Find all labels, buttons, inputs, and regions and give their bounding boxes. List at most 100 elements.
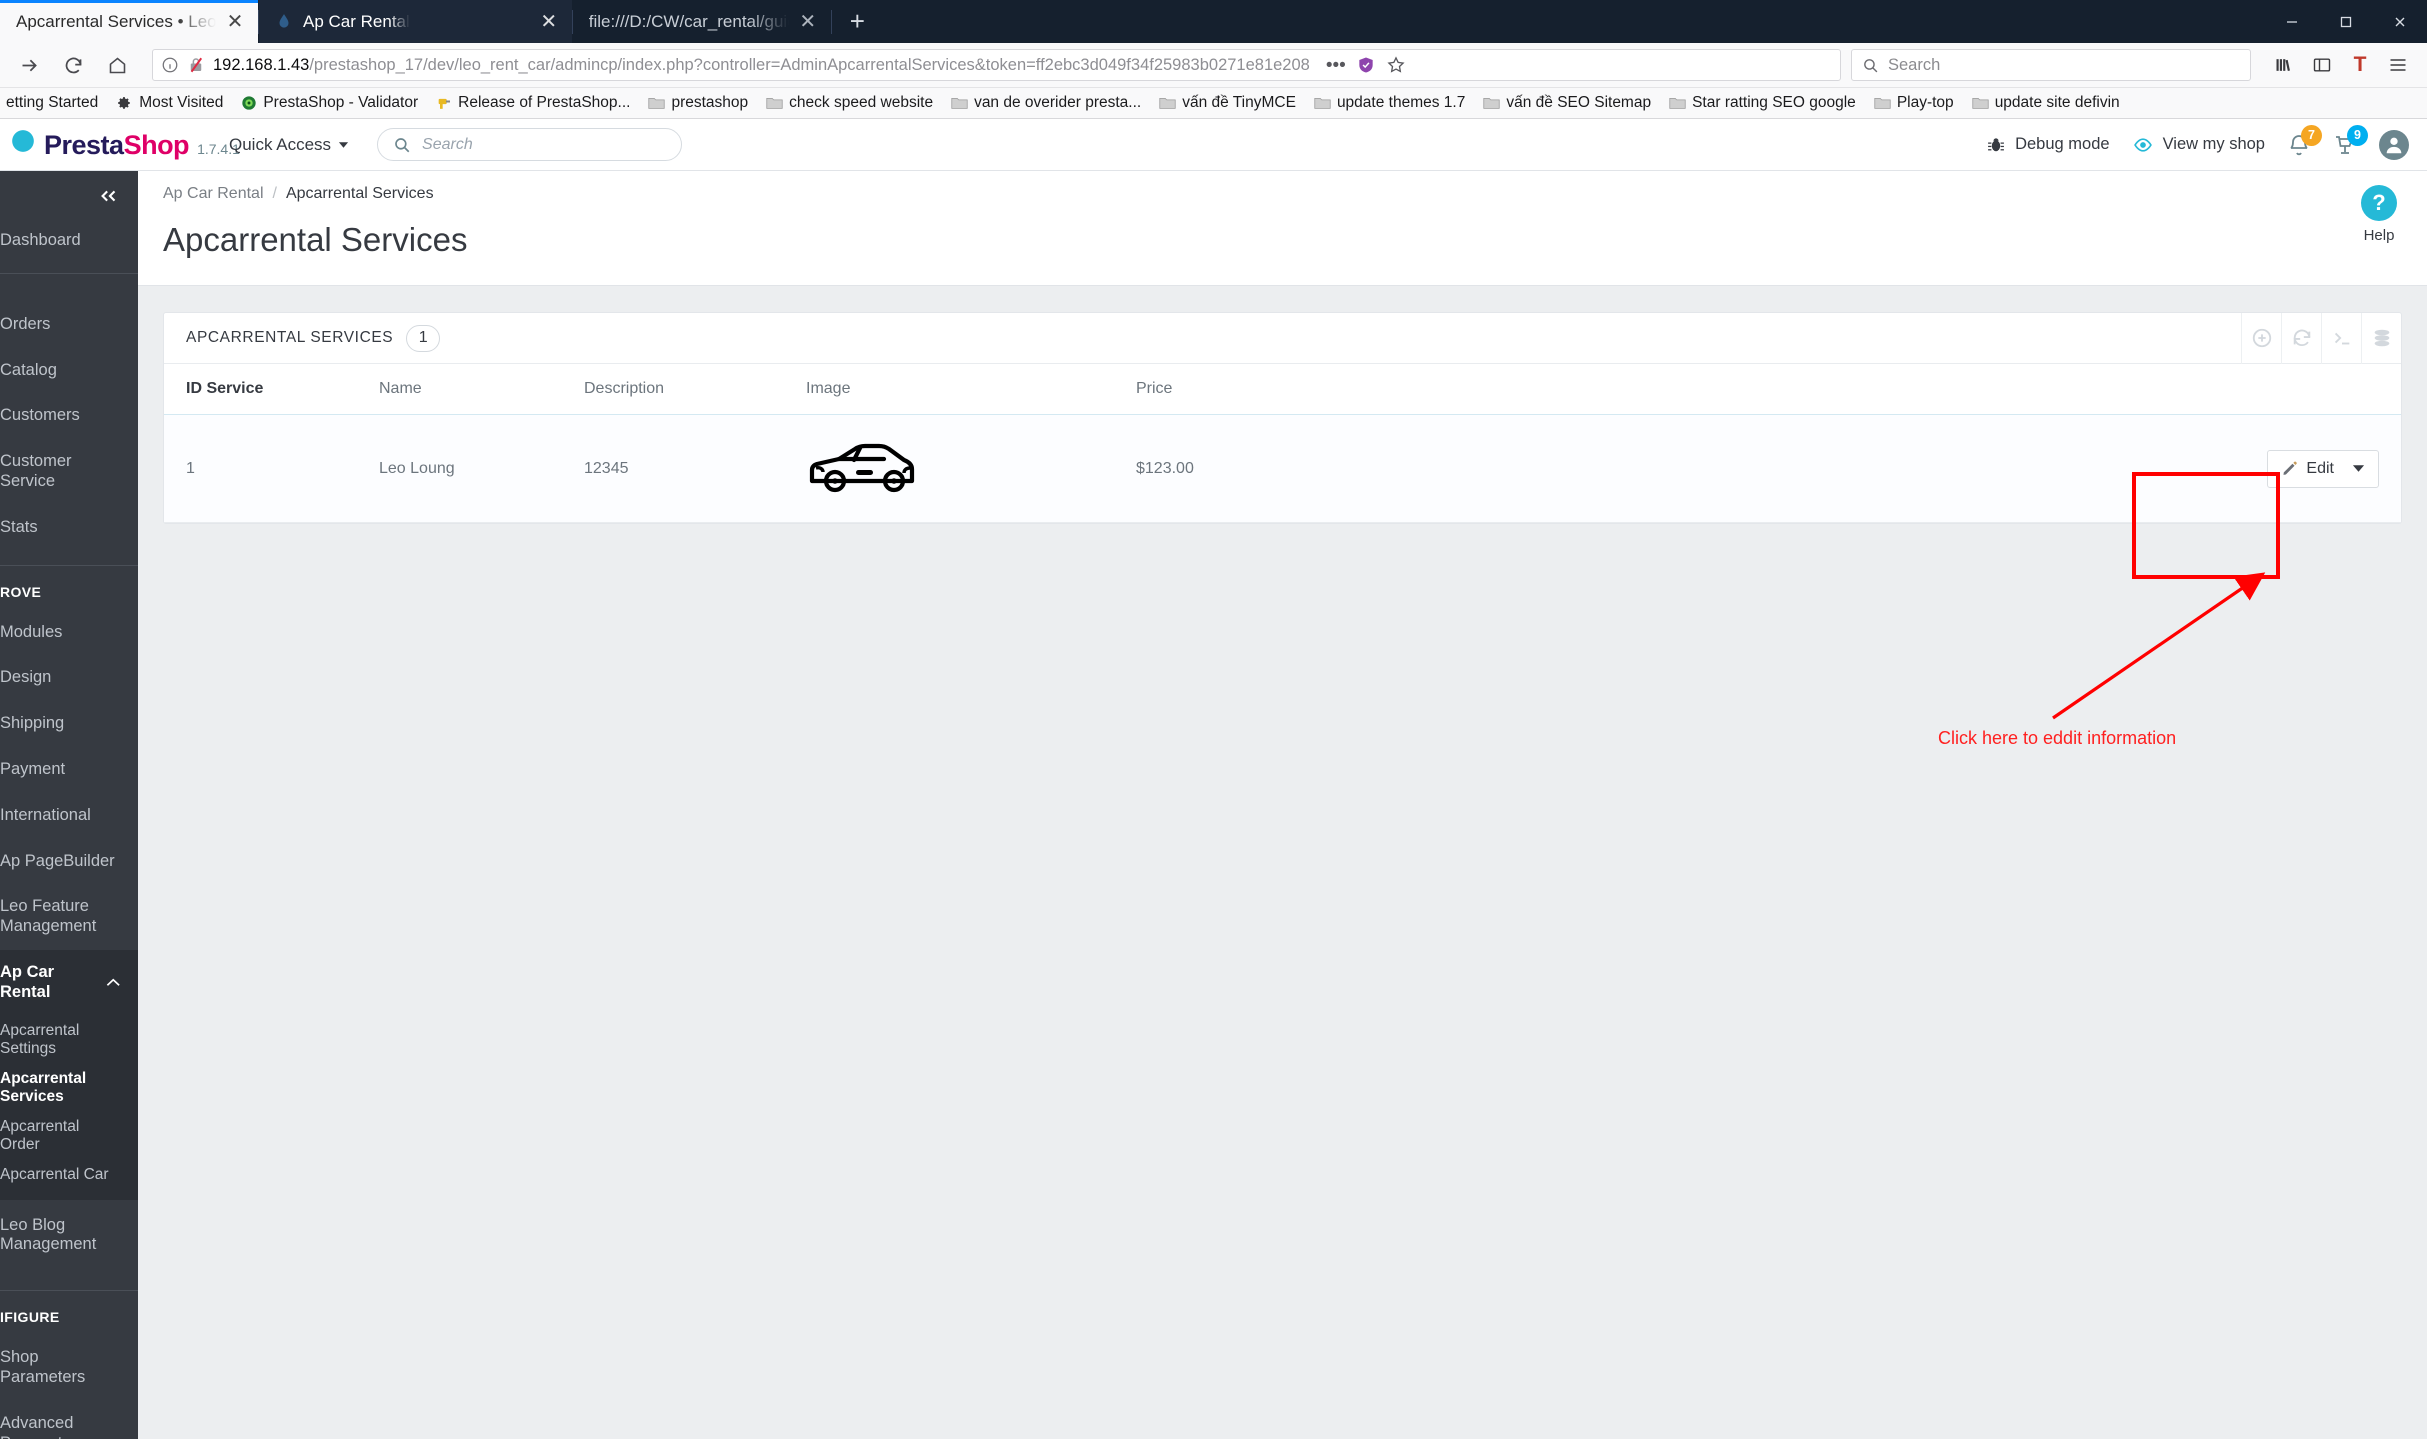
- column-header-id-service[interactable]: ID Service: [164, 364, 379, 415]
- bookmark-item[interactable]: vấn đề TinyMCE: [1151, 91, 1304, 115]
- folder-icon: [766, 97, 783, 109]
- column-header-name[interactable]: Name: [379, 364, 584, 415]
- sidebar-item-apcarrental-settings[interactable]: Apcarrental Settings: [0, 1016, 138, 1064]
- sidebar-item-leo-feature-management[interactable]: Leo Feature Management: [0, 884, 138, 950]
- browser-tab-1[interactable]: Apcarrental Services • Leo Rent ✕: [0, 0, 258, 43]
- bookmark-label: van de overider presta...: [974, 94, 1142, 111]
- console-icon[interactable]: [2321, 312, 2361, 364]
- sidebar-item-label: Advanced Parameters: [0, 1413, 85, 1439]
- url-bar[interactable]: 192.168.1.43/prestashop_17/dev/leo_rent_…: [152, 49, 1841, 81]
- sidebar-icon[interactable]: [2305, 48, 2339, 82]
- url-text: 192.168.1.43/prestashop_17/dev/leo_rent_…: [213, 56, 1310, 75]
- cell-price: $123.00: [1136, 414, 1696, 523]
- maximize-icon[interactable]: [2319, 0, 2373, 43]
- browser-tab-3[interactable]: file:///D:/CW/car_rental/guide/apre ✕: [572, 0, 831, 43]
- bookmark-item[interactable]: Star ratting SEO google: [1661, 91, 1864, 115]
- column-header-image[interactable]: Image: [806, 364, 1136, 415]
- sidebar-item-design[interactable]: Design: [0, 655, 138, 701]
- reload-icon[interactable]: [56, 48, 90, 82]
- edit-button[interactable]: Edit: [2267, 449, 2379, 488]
- refresh-icon[interactable]: [2281, 312, 2321, 364]
- library-icon[interactable]: [2267, 48, 2301, 82]
- admin-search-input[interactable]: Search: [377, 128, 683, 161]
- close-icon[interactable]: ✕: [540, 12, 558, 32]
- sidebar-collapse-button[interactable]: [0, 171, 138, 221]
- sidebar-item-apcarrental-car[interactable]: Apcarrental Car: [0, 1160, 138, 1190]
- sidebar-item-apcarrental-order[interactable]: Apcarrental Order: [0, 1112, 138, 1160]
- quick-access-dropdown[interactable]: Quick Access: [229, 135, 349, 155]
- close-icon[interactable]: ✕: [226, 12, 244, 32]
- tab-title: Apcarrental Services • Leo Rent: [16, 11, 216, 31]
- bookmark-item[interactable]: Most Visited: [108, 91, 231, 115]
- folder-icon: [1159, 97, 1176, 109]
- sidebar-item-leo-blog-management[interactable]: Leo Blog Management: [0, 1200, 138, 1269]
- sidebar-item-catalog[interactable]: Catalog: [0, 348, 138, 394]
- sidebar-item-orders[interactable]: Orders: [0, 302, 138, 348]
- home-icon[interactable]: [100, 48, 134, 82]
- help-button[interactable]: ? Help: [2361, 185, 2397, 244]
- sidebar-item-shop-parameters[interactable]: Shop Parameters: [0, 1335, 138, 1401]
- breadcrumb-parent[interactable]: Ap Car Rental: [163, 185, 264, 203]
- tab-strip: Apcarrental Services • Leo Rent ✕ Ap Car…: [0, 0, 2427, 43]
- container-tab-icon[interactable]: T: [2343, 48, 2377, 82]
- sidebar-item-dashboard[interactable]: Dashboard: [0, 221, 138, 273]
- browser-search-box[interactable]: Search: [1851, 49, 2251, 81]
- new-tab-button[interactable]: +: [832, 8, 883, 34]
- bookmark-item[interactable]: prestashop: [640, 91, 756, 115]
- arrow-forward-icon[interactable]: [12, 48, 46, 82]
- sidebar-item-international[interactable]: International: [0, 793, 138, 839]
- sidebar-submenu: Apcarrental Settings Apcarrental Service…: [0, 1015, 138, 1200]
- help-label: Help: [2363, 227, 2395, 244]
- sidebar-item-stats[interactable]: Stats: [0, 505, 138, 551]
- bookmark-item[interactable]: Play-top: [1866, 91, 1962, 115]
- add-new-icon[interactable]: [2241, 312, 2281, 364]
- bookmark-item[interactable]: update themes 1.7: [1306, 91, 1473, 115]
- chevron-up-icon: [106, 978, 120, 987]
- sidebar-item-ap-pagebuilder[interactable]: Ap PageBuilder: [0, 839, 138, 885]
- star-icon[interactable]: [1386, 55, 1406, 75]
- table-header-row: ID Service Name Description Image Price: [164, 364, 2401, 415]
- bookmark-label: Play-top: [1896, 94, 1954, 111]
- minimize-icon[interactable]: [2265, 0, 2319, 43]
- bookmarks-bar: etting Started Most Visited PrestaShop -…: [0, 88, 2427, 119]
- ellipsis-icon[interactable]: •••: [1326, 56, 1346, 75]
- sidebar-group-ap-car-rental: Ap Car Rental Apcarrental Settings Apcar…: [0, 949, 138, 1200]
- drill-icon: [438, 98, 451, 109]
- orders-button[interactable]: 9: [2333, 124, 2368, 157]
- bookmark-item[interactable]: PrestaShop - Validator: [233, 91, 426, 115]
- prestashop-logo[interactable]: PrestaShop 1.7.4.1: [0, 128, 240, 161]
- debug-mode-button[interactable]: Debug mode: [1986, 135, 2110, 155]
- bookmark-item[interactable]: Release of PrestaShop...: [428, 91, 638, 115]
- bookmark-item[interactable]: van de overider presta...: [943, 91, 1149, 115]
- browser-tab-2[interactable]: Ap Car Rental ✕: [259, 0, 572, 43]
- shield-icon[interactable]: [1356, 55, 1376, 75]
- bookmark-item[interactable]: etting Started: [6, 91, 106, 115]
- view-my-shop-button[interactable]: View my shop: [2132, 135, 2265, 155]
- sidebar-item-customer-service[interactable]: Customer Service: [0, 439, 138, 505]
- close-icon[interactable]: ✕: [799, 12, 817, 32]
- close-window-icon[interactable]: [2373, 0, 2427, 43]
- info-icon[interactable]: [161, 56, 179, 74]
- sidebar-item-ap-car-rental[interactable]: Ap Car Rental: [0, 949, 138, 1016]
- bookmark-item[interactable]: check speed website: [758, 91, 941, 115]
- sidebar-item-shipping[interactable]: Shipping: [0, 701, 138, 747]
- bookmark-item[interactable]: vấn đề SEO Sitemap: [1475, 91, 1659, 115]
- hamburger-icon[interactable]: [2381, 48, 2415, 82]
- sidebar-item-apcarrental-services[interactable]: Apcarrental Services: [0, 1064, 138, 1112]
- avatar[interactable]: [2379, 129, 2409, 160]
- bookmark-item[interactable]: update site defivin: [1964, 91, 2128, 115]
- edit-button-main[interactable]: Edit: [2268, 451, 2347, 487]
- export-sql-icon[interactable]: [2361, 312, 2401, 364]
- sidebar-item-advanced-parameters[interactable]: Advanced Parameters: [0, 1401, 138, 1439]
- sidebar-item-customers[interactable]: Customers: [0, 393, 138, 439]
- edit-dropdown-toggle[interactable]: [2347, 451, 2378, 487]
- column-header-description[interactable]: Description: [584, 364, 806, 415]
- notifications-button[interactable]: 7: [2287, 124, 2322, 157]
- sidebar-item-modules[interactable]: Modules: [0, 610, 138, 656]
- column-header-price[interactable]: Price: [1136, 364, 1696, 415]
- page-header: Ap Car Rental / Apcarrental Services Apc…: [138, 171, 2427, 286]
- table-row[interactable]: 1 Leo Loung 12345 $123.00 Edit: [164, 414, 2401, 523]
- sidebar-item-label: Stats: [0, 517, 38, 536]
- content-area: APCARRENTAL SERVICES 1 ID Service Name D…: [138, 286, 2427, 1439]
- sidebar-item-payment[interactable]: Payment: [0, 747, 138, 793]
